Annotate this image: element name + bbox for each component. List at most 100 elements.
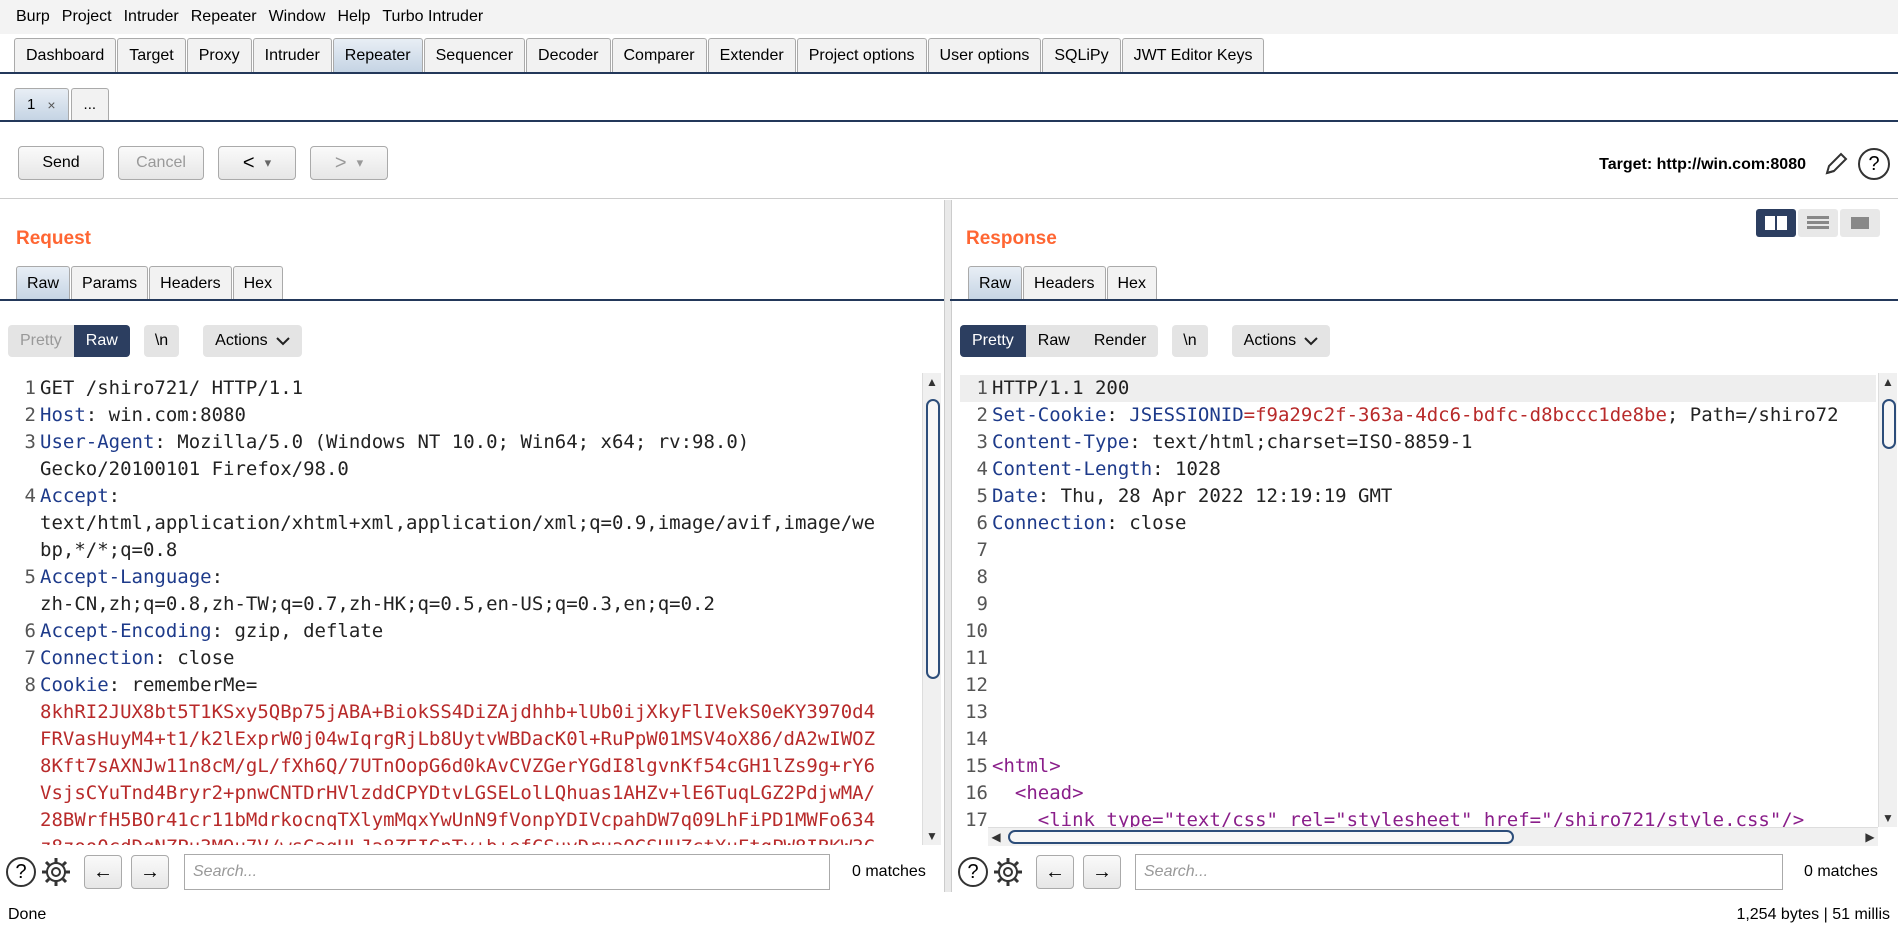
tab-decoder[interactable]: Decoder	[526, 38, 611, 72]
tab-proxy[interactable]: Proxy	[186, 38, 252, 72]
header-value: : gzip, deflate	[211, 620, 384, 642]
request-tab-raw[interactable]: Raw	[16, 266, 71, 300]
header-name: Content-Type	[992, 431, 1130, 453]
tab-extender[interactable]: Extender	[707, 38, 796, 72]
request-actions-menu[interactable]: Actions	[203, 325, 302, 357]
search-prev-button[interactable]: ←	[84, 855, 122, 889]
request-search-input[interactable]: Search...	[184, 854, 830, 890]
request-tab-params[interactable]: Params	[71, 266, 149, 300]
request-scrollbar[interactable]: ▲ ▼	[922, 373, 941, 845]
search-next-button[interactable]: →	[131, 855, 169, 889]
arrow-left-icon: ←	[93, 860, 113, 883]
request-editor[interactable]: 1 GET /shiro721/ HTTP/1.1 2 Host: win.com:8…	[8, 373, 920, 845]
request-newline-toggle[interactable]: \n	[143, 325, 180, 357]
split-vertical-icon[interactable]	[1798, 209, 1838, 237]
line-number: 8	[24, 674, 36, 696]
close-icon[interactable]: ×	[47, 97, 55, 113]
header-name: Accept-Encoding	[40, 620, 212, 642]
code-line: zh-CN,zh;q=0.8,zh-TW;q=0.7,zh-HK;q=0.5,e…	[40, 591, 715, 618]
line-number: 2	[976, 404, 988, 426]
response-hscrollbar[interactable]: ◀ ▶	[988, 827, 1878, 846]
chevron-down-icon	[275, 337, 290, 346]
arrow-right-icon: →	[1092, 860, 1112, 883]
response-scroll-thumb[interactable]	[1882, 399, 1896, 449]
menu-project[interactable]: Project	[62, 8, 112, 26]
pencil-icon[interactable]	[1822, 150, 1850, 178]
request-tab-headers[interactable]: Headers	[149, 266, 232, 300]
tab-target[interactable]: Target	[117, 38, 186, 72]
request-raw-toggle[interactable]: Raw	[73, 325, 130, 357]
layout-toggle	[1756, 209, 1882, 237]
response-newline-toggle[interactable]: \n	[1172, 325, 1208, 357]
scroll-up-icon[interactable]: ▲	[1879, 373, 1897, 391]
menu-turbo-intruder[interactable]: Turbo Intruder	[382, 8, 483, 26]
scroll-down-icon[interactable]: ▼	[923, 827, 941, 845]
response-actions-menu[interactable]: Actions	[1231, 325, 1331, 357]
tab-user-options[interactable]: User options	[927, 38, 1042, 72]
request-actions-label: Actions	[215, 332, 268, 349]
search-next-button[interactable]: →	[1083, 855, 1121, 889]
response-editor[interactable]: 1 HTTP/1.1 200 2 Set-Cookie: JSESSIONID=f9a…	[960, 373, 1876, 827]
tab-comparer[interactable]: Comparer	[611, 38, 707, 72]
code-line: Connection: close	[40, 645, 234, 672]
scroll-right-icon[interactable]: ▶	[1862, 828, 1878, 846]
response-tab-headers[interactable]: Headers	[1023, 266, 1106, 300]
response-hscroll-thumb[interactable]	[1008, 830, 1514, 844]
response-matches: 0 matches	[1804, 863, 1878, 880]
pane-splitter[interactable]	[944, 200, 952, 892]
response-tab-raw[interactable]: Raw	[968, 266, 1023, 300]
gear-icon[interactable]	[40, 856, 72, 888]
code-line: Accept-Encoding: gzip, deflate	[40, 618, 383, 645]
menu-intruder[interactable]: Intruder	[124, 8, 179, 26]
header-value: : win.com:8080	[85, 404, 246, 426]
line-number: 6	[24, 620, 36, 642]
response-tab-hex[interactable]: Hex	[1106, 266, 1157, 300]
menu-burp[interactable]: Burp	[16, 8, 50, 26]
gear-icon[interactable]	[992, 856, 1024, 888]
request-scroll-thumb[interactable]	[926, 399, 940, 679]
tab-dashboard[interactable]: Dashboard	[14, 38, 117, 72]
back-button[interactable]: < ▾	[218, 146, 296, 180]
tab-intruder[interactable]: Intruder	[252, 38, 332, 72]
response-render-toggle[interactable]: Render	[1082, 325, 1158, 357]
request-tab-hex[interactable]: Hex	[232, 266, 284, 300]
tab-sequencer[interactable]: Sequencer	[423, 38, 526, 72]
line-number: 1	[24, 377, 36, 399]
status-bar: Done 1,254 bytes | 51 millis	[0, 900, 1898, 934]
forward-button[interactable]: > ▾	[310, 146, 388, 180]
menu-repeater[interactable]: Repeater	[191, 8, 257, 26]
new-tab-button[interactable]: ...	[70, 88, 110, 120]
code-line: Content-Type: text/html;charset=ISO-8859…	[992, 429, 1472, 456]
cancel-button[interactable]: Cancel	[118, 146, 204, 180]
scroll-down-icon[interactable]: ▼	[1879, 809, 1897, 827]
help-icon[interactable]: ?	[6, 857, 36, 887]
line-number: 8	[976, 566, 988, 588]
menu-window[interactable]: Window	[269, 8, 326, 26]
request-pretty-toggle[interactable]: Pretty	[8, 325, 74, 357]
scroll-left-icon[interactable]: ◀	[988, 828, 1004, 846]
cookie-value: z8zoo0cdDgNZPu3M9u7V/wsGagHLJa8ZEIGnTv+b…	[40, 836, 875, 845]
main-tab-underline	[0, 72, 1898, 74]
response-pretty-toggle[interactable]: Pretty	[960, 325, 1026, 357]
line-number: 14	[965, 728, 988, 750]
code-line: Content-Length: 1028	[992, 456, 1221, 483]
code-line: <html>	[992, 753, 1061, 780]
tab-repeater[interactable]: Repeater	[332, 38, 423, 72]
response-scrollbar[interactable]: ▲ ▼	[1878, 373, 1897, 827]
send-button[interactable]: Send	[18, 146, 104, 180]
search-prev-button[interactable]: ←	[1036, 855, 1074, 889]
help-icon[interactable]: ?	[1858, 148, 1890, 180]
tab-project-options[interactable]: Project options	[796, 38, 927, 72]
repeater-tab-1[interactable]: 1 ×	[14, 88, 69, 120]
tab-sqlipy[interactable]: SQLiPy	[1042, 38, 1121, 72]
response-search-input[interactable]: Search...	[1135, 854, 1783, 890]
split-horizontal-icon[interactable]	[1756, 209, 1796, 237]
tab-jwt-editor-keys[interactable]: JWT Editor Keys	[1121, 38, 1265, 72]
menu-help[interactable]: Help	[337, 8, 370, 26]
single-pane-icon[interactable]	[1840, 209, 1880, 237]
code-line: 8khRI2JUX8bt5T1KSxy5QBp75jABA+BiokSS4DiZ…	[40, 699, 875, 726]
help-icon[interactable]: ?	[958, 857, 988, 887]
response-raw-toggle[interactable]: Raw	[1026, 325, 1082, 357]
scroll-up-icon[interactable]: ▲	[923, 373, 941, 391]
cookie-value: 8Kft7sAXNJw11n8cM/gL/fXh6Q/7UTnOopG6d0kA…	[40, 755, 876, 777]
